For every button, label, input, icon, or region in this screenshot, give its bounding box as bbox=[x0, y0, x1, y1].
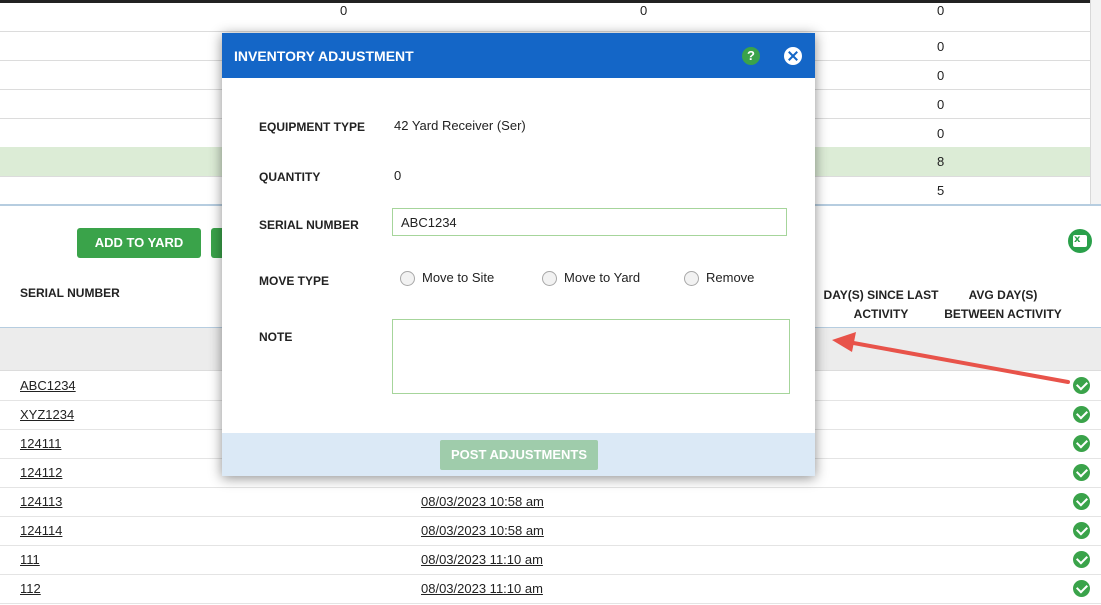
note-textarea[interactable] bbox=[392, 319, 790, 394]
table-cell: 5 bbox=[937, 183, 945, 198]
remove-label[interactable]: Remove bbox=[706, 270, 754, 285]
table-row[interactable]: 124114 08/03/2023 10:58 am bbox=[0, 517, 1101, 546]
move-to-site-label[interactable]: Move to Site bbox=[422, 270, 494, 285]
excel-export-icon[interactable]: x bbox=[1068, 229, 1092, 253]
modal-title: INVENTORY ADJUSTMENT bbox=[234, 48, 414, 64]
table-cell: 0 bbox=[640, 3, 648, 18]
table-row[interactable]: 0 0 0 bbox=[0, 3, 1090, 32]
remove-radio[interactable] bbox=[684, 271, 699, 286]
move-to-yard-radio[interactable] bbox=[542, 271, 557, 286]
inventory-adjustment-modal: INVENTORY ADJUSTMENT ? EQUIPMENT TYPE 42… bbox=[222, 33, 815, 476]
serial-number-label: SERIAL NUMBER bbox=[259, 218, 359, 232]
status-check-icon[interactable] bbox=[1073, 551, 1090, 568]
serial-number-input[interactable] bbox=[392, 208, 787, 236]
equipment-type-value: 42 Yard Receiver (Ser) bbox=[394, 118, 526, 133]
post-adjustments-button[interactable]: POST ADJUSTMENTS bbox=[440, 440, 598, 470]
activity-date-link[interactable]: 08/03/2023 11:10 am bbox=[421, 581, 543, 596]
status-check-icon[interactable] bbox=[1073, 464, 1090, 481]
activity-date-link[interactable]: 08/03/2023 11:10 am bbox=[421, 552, 543, 567]
vertical-scrollbar[interactable] bbox=[1090, 0, 1101, 205]
serial-number-link[interactable]: XYZ1234 bbox=[20, 407, 74, 422]
table-row[interactable]: 124113 08/03/2023 10:58 am bbox=[0, 488, 1101, 517]
table-cell: 0 bbox=[937, 126, 945, 141]
table-cell: 8 bbox=[937, 154, 945, 169]
equipment-type-label: EQUIPMENT TYPE bbox=[259, 120, 366, 134]
note-label: NOTE bbox=[259, 330, 293, 344]
table-row[interactable]: 111 08/03/2023 11:10 am bbox=[0, 546, 1101, 575]
table-cell: 0 bbox=[340, 3, 348, 18]
table-cell: 0 bbox=[937, 68, 945, 83]
quantity-value: 0 bbox=[394, 168, 402, 183]
serial-number-link[interactable]: 124114 bbox=[20, 523, 62, 538]
status-check-icon[interactable] bbox=[1073, 406, 1090, 423]
table-cell: 0 bbox=[937, 3, 945, 18]
activity-date-link[interactable]: 08/03/2023 10:58 am bbox=[421, 494, 544, 509]
status-check-icon[interactable] bbox=[1073, 377, 1090, 394]
serial-number-link[interactable]: ABC1234 bbox=[20, 378, 76, 393]
status-check-icon[interactable] bbox=[1073, 493, 1090, 510]
serial-number-link[interactable]: 124113 bbox=[20, 494, 62, 509]
excel-icon-mark: x bbox=[1074, 234, 1081, 245]
serial-number-link[interactable]: 124111 bbox=[20, 436, 61, 451]
move-type-label: MOVE TYPE bbox=[259, 274, 330, 288]
status-check-icon[interactable] bbox=[1073, 522, 1090, 539]
modal-header: INVENTORY ADJUSTMENT ? bbox=[222, 33, 815, 78]
table-cell: 0 bbox=[937, 39, 945, 54]
column-header-days-since-last-activity[interactable]: DAY(S) SINCE LAST ACTIVITY bbox=[819, 286, 943, 324]
close-icon[interactable] bbox=[784, 47, 802, 65]
move-to-site-radio[interactable] bbox=[400, 271, 415, 286]
serial-number-link[interactable]: 112 bbox=[20, 581, 41, 596]
add-to-yard-button[interactable]: ADD TO YARD bbox=[77, 228, 201, 258]
status-check-icon[interactable] bbox=[1073, 580, 1090, 597]
column-header-avg-days-between-activity[interactable]: AVG DAY(S) BETWEEN ACTIVITY bbox=[943, 286, 1063, 324]
move-to-yard-label[interactable]: Move to Yard bbox=[564, 270, 640, 285]
modal-footer: POST ADJUSTMENTS bbox=[222, 433, 815, 476]
serial-number-link[interactable]: 124112 bbox=[20, 465, 62, 480]
table-row[interactable]: 112 08/03/2023 11:10 am bbox=[0, 575, 1101, 604]
serial-number-link[interactable]: 111 bbox=[20, 552, 40, 567]
quantity-label: QUANTITY bbox=[259, 170, 321, 184]
status-check-icon[interactable] bbox=[1073, 435, 1090, 452]
table-cell: 0 bbox=[937, 97, 945, 112]
column-header-serial-number[interactable]: SERIAL NUMBER bbox=[20, 286, 120, 300]
help-icon[interactable]: ? bbox=[742, 47, 760, 65]
activity-date-link[interactable]: 08/03/2023 10:58 am bbox=[421, 523, 544, 538]
